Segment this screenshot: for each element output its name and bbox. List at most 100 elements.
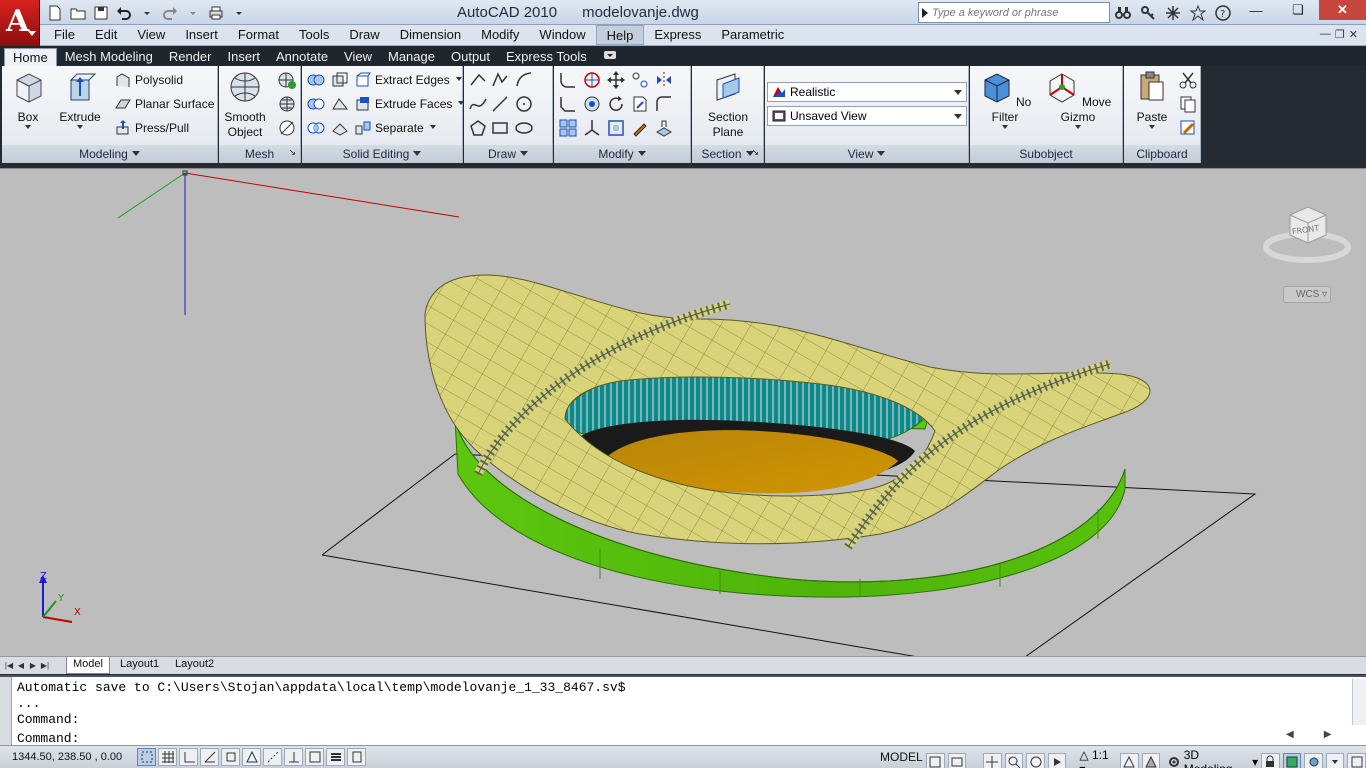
dynamic-ucs-icon[interactable] xyxy=(284,748,303,766)
redo-dropdown[interactable] xyxy=(182,2,203,23)
3d-object-snap-icon[interactable] xyxy=(242,748,261,766)
drawing-viewport[interactable]: Z Y X FRONT WCS ▿ xyxy=(0,168,1366,657)
tab-home[interactable]: Home xyxy=(4,48,57,66)
extrude-button[interactable]: Extrude xyxy=(56,70,104,132)
doc-minimize-icon[interactable]: — xyxy=(1320,28,1331,41)
polysolid-button[interactable]: Polysolid xyxy=(114,69,183,91)
clean-screen-icon[interactable] xyxy=(1347,753,1366,768)
rotate-icon[interactable] xyxy=(606,94,626,114)
prev-layout-icon[interactable]: ◀ xyxy=(16,660,26,671)
menu-draw[interactable]: Draw xyxy=(339,25,389,45)
object-snap-icon[interactable] xyxy=(221,748,240,766)
panel-title-draw[interactable]: Draw xyxy=(464,145,552,163)
dynamic-input-icon[interactable] xyxy=(305,748,324,766)
model-space-toggle[interactable]: MODEL xyxy=(880,750,923,764)
ortho-mode-icon[interactable] xyxy=(179,748,198,766)
panel-title-clipboard[interactable]: Clipboard xyxy=(1124,145,1200,163)
panel-title-modeling[interactable]: Modeling xyxy=(2,145,217,163)
maximize-icon[interactable]: ❏ xyxy=(1277,0,1319,20)
helix-icon[interactable] xyxy=(490,94,510,114)
mesh-box-icon[interactable] xyxy=(277,70,297,90)
workspace-switcher[interactable]: 3D Modeling ▾ xyxy=(1167,748,1258,768)
menu-dimension[interactable]: Dimension xyxy=(390,25,471,45)
key-icon[interactable] xyxy=(1137,2,1159,23)
slice-icon[interactable] xyxy=(330,118,350,138)
redo-button[interactable] xyxy=(159,2,180,23)
command-scrollbar[interactable] xyxy=(1352,679,1366,725)
menu-window[interactable]: Window xyxy=(529,25,595,45)
match-properties-icon[interactable] xyxy=(630,118,650,138)
communication-center-icon[interactable] xyxy=(1162,2,1184,23)
spline-icon[interactable] xyxy=(468,94,488,114)
3d-move-icon[interactable] xyxy=(606,70,626,90)
menu-tools[interactable]: Tools xyxy=(289,25,339,45)
help-icon[interactable]: ? xyxy=(1212,2,1234,23)
new-file-button[interactable] xyxy=(44,2,65,23)
panel-title-view[interactable]: View xyxy=(765,145,968,163)
star-icon[interactable] xyxy=(1187,2,1209,23)
panel-title-section[interactable]: Section ↘ xyxy=(692,145,763,163)
lock-icon[interactable] xyxy=(1261,753,1280,768)
section-plane-to-block-icon[interactable] xyxy=(630,94,650,114)
extrude-faces-button[interactable]: Extrude Faces xyxy=(354,93,465,115)
box-button[interactable]: Box xyxy=(4,70,52,132)
subtract-icon[interactable] xyxy=(306,94,326,114)
tab-render[interactable]: Render xyxy=(161,48,220,66)
tab-insert[interactable]: Insert xyxy=(219,48,268,66)
visual-style-dropdown[interactable]: Realistic xyxy=(767,82,967,102)
status-menu-icon[interactable] xyxy=(1325,753,1345,768)
no-filter-button[interactable]: No Filter xyxy=(978,70,1032,132)
press-pull-button[interactable]: Press/Pull xyxy=(114,117,189,139)
cut-icon[interactable] xyxy=(1178,70,1198,90)
offset-edges-icon[interactable] xyxy=(654,94,674,114)
3d-scale-icon[interactable] xyxy=(582,94,602,114)
3d-array-icon[interactable] xyxy=(558,118,578,138)
menu-view[interactable]: View xyxy=(127,25,175,45)
polar-tracking-icon[interactable] xyxy=(200,748,219,766)
plot-button[interactable] xyxy=(205,2,226,23)
annotation-visibility-icon[interactable] xyxy=(1120,753,1139,768)
tab-view[interactable]: View xyxy=(336,48,380,66)
smooth-object-button[interactable]: Smooth Object xyxy=(221,70,269,140)
doc-restore-icon[interactable]: ❐ xyxy=(1335,28,1345,41)
menu-help[interactable]: Help xyxy=(595,25,645,45)
menu-edit[interactable]: Edit xyxy=(85,25,127,45)
planar-surface-button[interactable]: Planar Surface xyxy=(114,93,214,115)
steeringwheel-icon[interactable] xyxy=(1026,753,1045,768)
close-icon[interactable]: ✕ xyxy=(1319,0,1366,20)
first-layout-icon[interactable]: |◀ xyxy=(4,660,14,671)
command-hscroll[interactable]: ◀ ▶ xyxy=(1286,729,1366,743)
tab-layout2[interactable]: Layout2 xyxy=(169,657,220,674)
intersect-icon[interactable] xyxy=(306,118,326,138)
imprint-icon[interactable] xyxy=(330,94,350,114)
application-menu-button[interactable]: A xyxy=(0,0,40,46)
tab-express-tools[interactable]: Express Tools xyxy=(498,48,595,66)
object-snap-tracking-icon[interactable] xyxy=(263,748,282,766)
snap-mode-icon[interactable] xyxy=(137,748,156,766)
mesh-smooth-more-icon[interactable] xyxy=(277,94,297,114)
undo-dropdown[interactable] xyxy=(136,2,157,23)
menu-parametric[interactable]: Parametric xyxy=(711,25,794,45)
arc-icon[interactable] xyxy=(514,70,534,90)
showmotion-icon[interactable] xyxy=(1047,753,1067,768)
menu-format[interactable]: Format xyxy=(228,25,289,45)
quick-properties-icon[interactable] xyxy=(347,748,366,766)
panel-title-solid-editing[interactable]: Solid Editing xyxy=(302,145,462,163)
hardware-acceleration-icon[interactable] xyxy=(1282,753,1302,768)
panel-title-mesh[interactable]: Mesh ↘ xyxy=(219,145,300,163)
annotation-scale[interactable]: △ 1:1 ▾ xyxy=(1079,748,1117,768)
ellipse-icon[interactable] xyxy=(514,118,534,138)
tab-layout1[interactable]: Layout1 xyxy=(114,657,165,674)
3d-mirror-icon[interactable] xyxy=(654,70,674,90)
union-icon[interactable] xyxy=(306,70,326,90)
tab-mesh-modeling[interactable]: Mesh Modeling xyxy=(57,48,161,66)
3d-align-icon[interactable] xyxy=(630,70,650,90)
minimize-icon[interactable]: — xyxy=(1235,0,1277,20)
doc-close-icon[interactable]: ✕ xyxy=(1349,28,1358,41)
undo-button[interactable] xyxy=(113,2,134,23)
menu-modify[interactable]: Modify xyxy=(471,25,529,45)
model-icon[interactable] xyxy=(926,753,945,768)
circle-icon[interactable] xyxy=(514,94,534,114)
panel-title-modify[interactable]: Modify xyxy=(554,145,690,163)
next-layout-icon[interactable]: ▶ xyxy=(28,660,38,671)
